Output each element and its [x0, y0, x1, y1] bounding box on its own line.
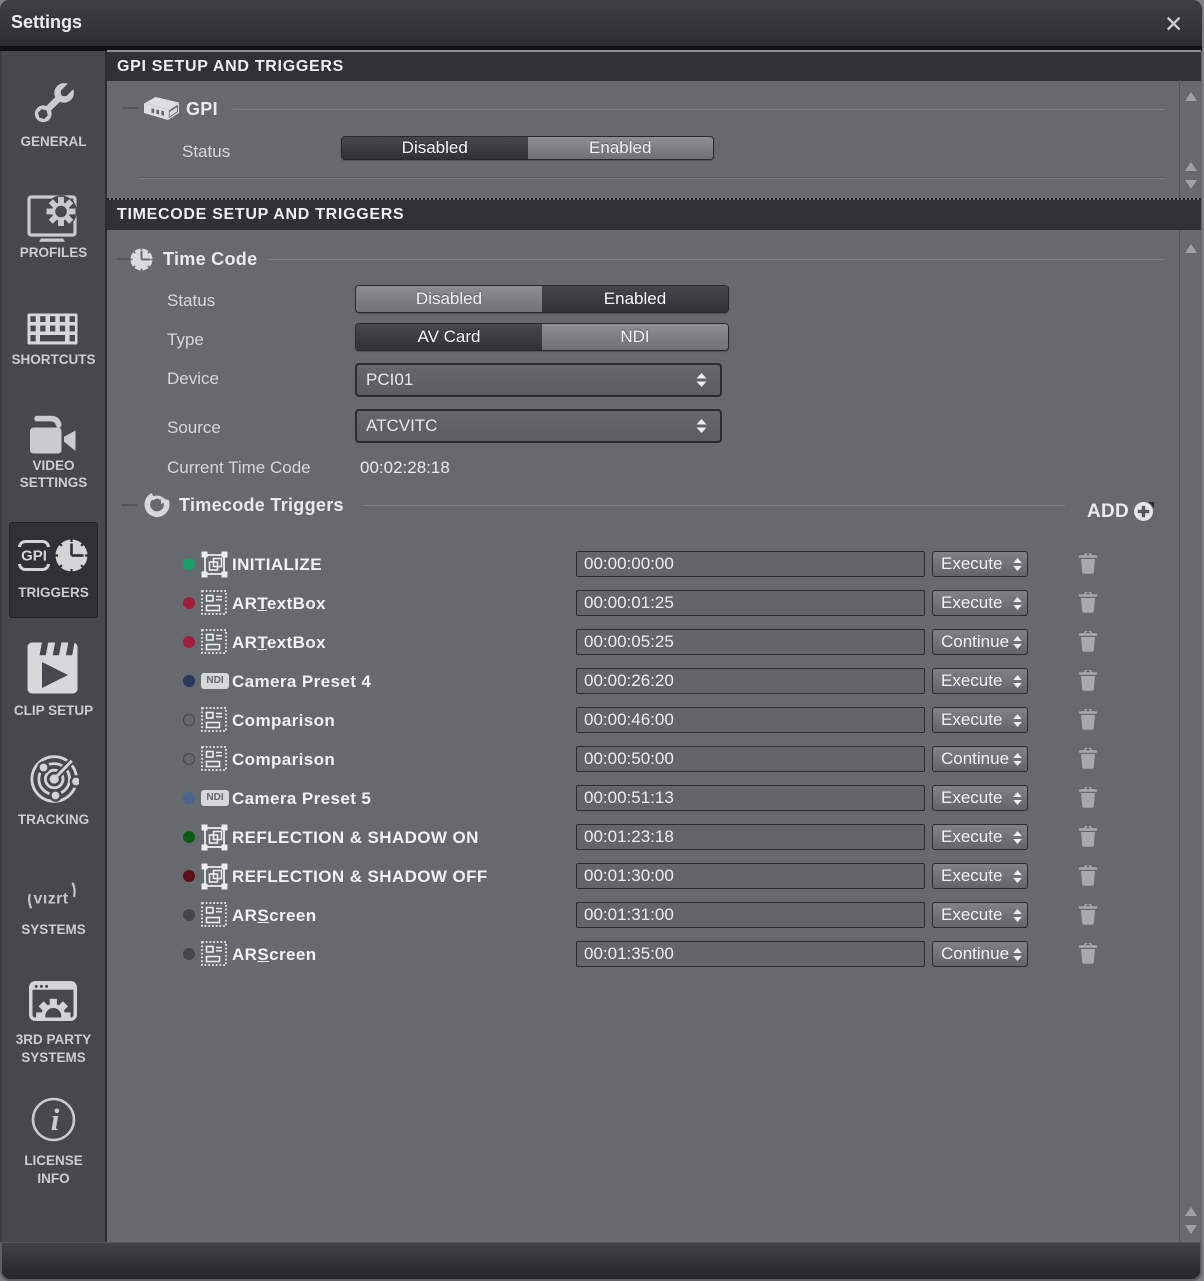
svg-text:GPI: GPI [21, 548, 47, 565]
svg-text:vızrt: vızrt [34, 891, 69, 908]
svg-text:i: i [51, 1102, 60, 1137]
